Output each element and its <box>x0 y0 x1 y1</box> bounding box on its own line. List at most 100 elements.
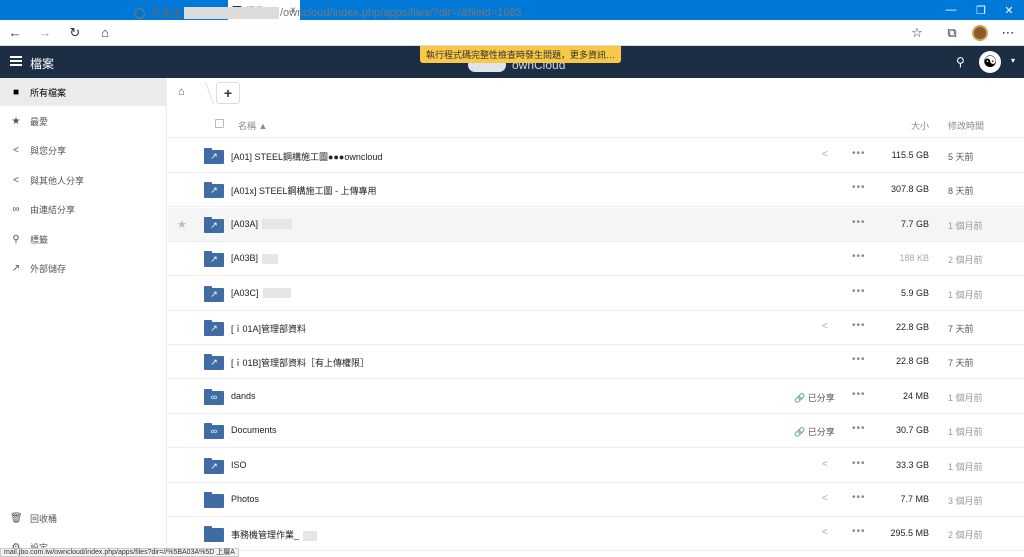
app-title[interactable]: 檔案 <box>30 55 54 72</box>
select-all-checkbox[interactable] <box>215 119 224 128</box>
table-row[interactable]: Photos < ••• 7.7 MB 3 個月前 <box>168 483 1024 517</box>
file-name-text: Photos <box>231 494 260 504</box>
close-window-button[interactable]: ✕ <box>994 0 1024 20</box>
restore-button[interactable]: ❐ <box>966 0 996 20</box>
more-actions-icon[interactable]: ••• <box>852 389 866 400</box>
more-actions-icon[interactable]: ••• <box>852 217 866 228</box>
more-actions-icon[interactable]: ••• <box>852 458 866 469</box>
file-size: 33.3 GB <box>895 459 929 470</box>
app-header: 檔案 ownCloud 執行程式碼完整性檢查時發生問題，更多資訊… ⚲ ☯ ▾ <box>0 46 1024 78</box>
redacted-text <box>262 219 293 230</box>
table-row[interactable]: ↗ [ｉ01A]管理部資料 < ••• 22.8 GB 7 天前 <box>168 311 1024 345</box>
sidebar-item-shared-by-link[interactable]: ∞ 由連結分享 <box>0 195 167 223</box>
file-modified: 1 個月前 <box>948 220 983 231</box>
sidebar-item-favorites[interactable]: ★ 最愛 <box>0 107 167 135</box>
collections-icon[interactable]: ⧉ <box>938 20 966 46</box>
share-icon[interactable]: < <box>822 527 828 538</box>
file-size: 30.7 GB <box>895 425 929 436</box>
more-menu-icon[interactable]: ⋯ <box>994 20 1022 46</box>
share-icon[interactable]: < <box>822 459 828 470</box>
external-folder-icon: ↗ <box>204 251 224 268</box>
favorite-star-icon[interactable]: ☆ <box>903 20 931 46</box>
file-modified: 7 天前 <box>948 324 974 334</box>
shared-link-indicator[interactable]: 🔗 已分享 <box>794 425 835 438</box>
file-name[interactable]: [A03B] <box>231 253 279 264</box>
back-button[interactable]: ← <box>0 20 30 46</box>
sidebar-item-tags[interactable]: ⚲ 標籤 <box>0 225 167 253</box>
address-bar: ← → ↻ ⌂ <box>0 20 1024 46</box>
file-name[interactable]: dands <box>231 391 256 401</box>
more-actions-icon[interactable]: ••• <box>852 526 866 537</box>
url-host-redacted <box>184 7 279 19</box>
table-row[interactable]: ★ ↗ [A03A] ••• 7.7 GB 1 個月前 <box>168 207 1024 242</box>
more-actions-icon[interactable]: ••• <box>852 148 866 159</box>
table-row[interactable]: ↗ ISO < ••• 33.3 GB 1 個月前 <box>168 449 1024 483</box>
home-icon[interactable]: ⌂ <box>178 86 185 98</box>
hamburger-menu-icon[interactable] <box>10 56 22 66</box>
more-actions-icon[interactable]: ••• <box>852 354 866 365</box>
reload-button[interactable]: ↻ <box>60 20 90 46</box>
url-field[interactable]: i 不安全 /owncloud/index.php/apps/files/?di… <box>134 5 522 21</box>
shared-link-indicator[interactable]: 🔗 已分享 <box>794 391 835 404</box>
file-size: 7.7 MB <box>900 494 929 504</box>
column-modified-header[interactable]: 修改時間 <box>948 119 984 132</box>
more-actions-icon[interactable]: ••• <box>852 320 866 331</box>
user-avatar[interactable]: ☯ <box>979 51 1001 73</box>
home-button[interactable]: ⌂ <box>90 20 120 46</box>
file-name[interactable]: [ｉ01A]管理部資料 <box>231 322 306 335</box>
share-icon[interactable]: < <box>822 321 828 332</box>
share-icon[interactable]: < <box>822 493 828 504</box>
sidebar: ■ 所有檔案 ★ 最愛 < 與您分享 < 與其他人分享 ∞ 由連結分享 ⚲ 標籤… <box>0 78 167 557</box>
file-name[interactable]: 事務機管理作業_ <box>231 528 318 542</box>
file-name-text: [ｉ01A]管理部資料 <box>231 324 307 334</box>
table-row[interactable]: ↗ [ｉ01B]管理部資料［有上傳權限］ ••• 22.8 GB 7 天前 <box>168 345 1024 380</box>
user-menu-caret-icon[interactable]: ▾ <box>1011 56 1015 65</box>
more-actions-icon[interactable]: ••• <box>852 251 866 262</box>
file-name[interactable]: [A01x] STEEL鋼構施工圖 - 上傳專用 <box>231 184 377 197</box>
file-name[interactable]: Photos <box>231 494 259 504</box>
new-file-button[interactable]: + <box>216 82 240 104</box>
table-row[interactable]: ∞ Documents 🔗 已分享 ••• 30.7 GB 1 個月前 <box>168 414 1024 449</box>
link-folder-icon: ∞ <box>204 388 224 405</box>
forward-button[interactable]: → <box>30 20 60 46</box>
sidebar-item-trash[interactable]: 🗑 回收桶 <box>0 504 167 532</box>
file-name[interactable]: ISO <box>231 460 247 470</box>
more-actions-icon[interactable]: ••• <box>852 286 866 297</box>
external-folder-icon: ↗ <box>204 457 224 474</box>
table-row[interactable]: ↗ [A01] STEEL鋼構施工圖●●●owncloud < ••• 115.5 GB… <box>168 139 1024 173</box>
favorite-star-icon[interactable]: ★ <box>177 218 187 231</box>
share-icon[interactable]: < <box>822 149 828 160</box>
folder-icon <box>204 526 224 543</box>
column-size-header[interactable]: 大小 <box>911 119 929 132</box>
minimize-button[interactable]: — <box>936 0 966 20</box>
more-actions-icon[interactable]: ••• <box>852 423 866 434</box>
sidebar-item-shared-with-others[interactable]: < 與其他人分享 <box>0 166 167 194</box>
file-name[interactable]: [A03A] <box>231 218 293 230</box>
more-actions-icon[interactable]: ••• <box>852 492 866 503</box>
column-name-header[interactable]: 名稱 ▲ <box>238 119 267 132</box>
file-size: 22.8 GB <box>895 356 929 367</box>
file-modified: 1 個月前 <box>948 289 983 300</box>
file-name-text: [A03A] <box>231 218 259 229</box>
integrity-warning[interactable]: 執行程式碼完整性檢查時發生問題，更多資訊… <box>420 46 622 63</box>
file-modified: 1 個月前 <box>948 461 983 472</box>
more-actions-icon[interactable]: ••• <box>852 182 866 193</box>
info-icon[interactable]: i <box>134 7 145 19</box>
search-icon[interactable]: ⚲ <box>956 55 965 69</box>
table-row[interactable]: ↗ [A03C] ••• 5.9 GB 1 個月前 <box>168 277 1024 311</box>
file-name[interactable]: [A03C] <box>231 288 291 299</box>
sidebar-item-all-files[interactable]: ■ 所有檔案 <box>0 78 167 106</box>
star-icon: ★ <box>11 115 21 127</box>
profile-avatar[interactable] <box>966 20 994 46</box>
file-modified: 2 個月前 <box>948 255 983 266</box>
file-name[interactable]: [ｉ01B]管理部資料［有上傳權限］ <box>231 356 369 369</box>
file-name[interactable]: Documents <box>231 425 277 435</box>
sidebar-item-shared-with-you[interactable]: < 與您分享 <box>0 136 167 164</box>
table-row[interactable]: ∞ dands 🔗 已分享 ••• 24 MB 1 個月前 <box>168 380 1024 414</box>
external-folder-icon: ↗ <box>204 148 224 164</box>
table-row[interactable]: ↗ [A01x] STEEL鋼構施工圖 - 上傳專用 ••• 307.8 GB 8 天前 <box>168 173 1024 208</box>
sidebar-item-external-storage[interactable]: ↗ 外部儲存 <box>0 254 167 282</box>
file-name[interactable]: [A01] STEEL鋼構施工圖●●●owncloud <box>231 150 382 163</box>
table-row[interactable]: 事務機管理作業_ < ••• 295.5 MB 2 個月前 <box>168 517 1024 552</box>
table-row[interactable]: ↗ [A03B] ••• 188 KB 2 個月前 <box>168 242 1024 277</box>
